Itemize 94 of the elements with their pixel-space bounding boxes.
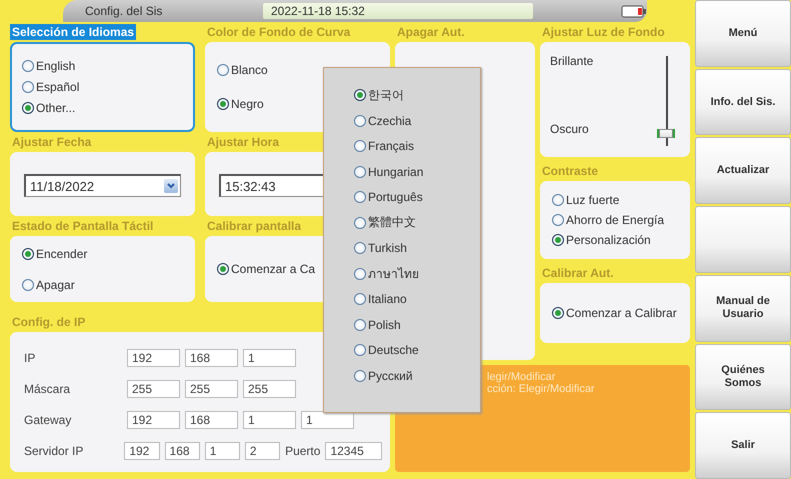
input-field[interactable]: 255 <box>127 380 180 398</box>
input-field[interactable]: 1 <box>204 442 240 460</box>
input-field[interactable]: 168 <box>185 348 238 366</box>
input-field[interactable]: 192 <box>124 442 160 460</box>
radio-button[interactable] <box>22 102 34 114</box>
section-title: Config. de IP <box>11 314 86 330</box>
radio-button[interactable] <box>22 248 34 260</box>
radio-button[interactable] <box>354 242 366 254</box>
menu-button[interactable]: Quiénes Somos <box>695 344 791 410</box>
input-field[interactable]: 1 <box>243 410 296 428</box>
dropdown-icon[interactable] <box>164 179 178 193</box>
input-field[interactable]: 168 <box>185 410 238 428</box>
battery-icon <box>621 4 647 18</box>
radio-button[interactable] <box>552 194 564 206</box>
option-label[interactable]: Ahorro de Energía <box>566 213 664 227</box>
radio-button[interactable] <box>354 140 366 152</box>
section-title: Ajustar Luz de Fondo <box>541 24 666 40</box>
option-label[interactable]: Czechia <box>368 114 412 128</box>
option-label[interactable]: Italiano <box>368 292 407 306</box>
input-field[interactable]: 192 <box>127 348 180 366</box>
section-title: Calibrar pantalla <box>206 218 302 234</box>
section-title: Contraste <box>541 163 600 179</box>
radio-button[interactable] <box>354 370 366 382</box>
radio-button[interactable] <box>217 98 229 110</box>
slider-thumb[interactable] <box>657 128 675 138</box>
input-field[interactable]: 192 <box>127 410 180 428</box>
section-title: Color de Fondo de Curva <box>206 24 352 40</box>
input-field[interactable]: 1 <box>301 410 354 428</box>
input-field[interactable]: 1 <box>243 348 296 366</box>
datetime-display: 2022-11-18 15:32 <box>263 3 533 19</box>
radio-button[interactable] <box>354 114 366 126</box>
option-label[interactable]: Luz fuerte <box>566 193 620 207</box>
menu-button[interactable]: Menú <box>695 0 791 67</box>
input-field[interactable]: 2 <box>244 442 280 460</box>
option-label[interactable]: 繁體中文 <box>368 214 416 231</box>
radio-button[interactable] <box>354 344 366 356</box>
section-title: Apagar Aut. <box>396 24 466 40</box>
radio-button[interactable] <box>354 166 366 178</box>
radio-button[interactable] <box>354 268 366 280</box>
option-label[interactable]: Other... <box>36 101 76 115</box>
radio-button[interactable] <box>217 263 229 275</box>
option-label[interactable]: Comenzar a Calibrar <box>566 306 677 320</box>
field-label: Gateway <box>24 412 72 426</box>
radio-button[interactable] <box>354 89 366 101</box>
input-field[interactable]: 255 <box>243 380 296 398</box>
section-title: Selección de Idiomas <box>10 24 136 40</box>
radio-button[interactable] <box>22 278 34 290</box>
option-label[interactable]: Encender <box>36 246 88 260</box>
info-text: cción: Elegir/Modificar <box>487 383 596 395</box>
menu-button[interactable]: Actualizar <box>695 137 791 204</box>
radio-button[interactable] <box>354 216 366 228</box>
option-label[interactable]: Français <box>368 139 414 153</box>
radio-button[interactable] <box>22 60 34 72</box>
menu-button[interactable]: Salir <box>695 412 791 479</box>
option-label[interactable]: Turkish <box>368 241 407 255</box>
slider-label: Oscuro <box>550 122 590 136</box>
option-label[interactable]: Blanco <box>231 63 268 77</box>
option-label[interactable]: Polish <box>368 318 401 332</box>
option-label[interactable]: Русский <box>368 368 413 382</box>
slider-label: Brillante <box>550 54 594 68</box>
field-label: Servidor IP <box>24 444 84 458</box>
section-title: Estado de Pantalla Táctil <box>11 218 154 234</box>
radio-button[interactable] <box>217 64 229 76</box>
input-field[interactable]: 168 <box>164 442 200 460</box>
radio-button[interactable] <box>354 293 366 305</box>
section-title: Calibrar Aut. <box>541 265 615 281</box>
radio-button[interactable] <box>552 307 564 319</box>
info-text: legir/Modificar <box>487 371 556 383</box>
option-label[interactable]: Personalización <box>566 233 651 247</box>
field-label: Puerto <box>285 444 320 458</box>
menu-button[interactable]: Manual de Usuario <box>695 274 791 342</box>
screen-title: Config. del Sis <box>85 4 164 18</box>
section-title: Ajustar Fecha <box>11 134 92 150</box>
option-label[interactable]: 한국어 <box>368 86 404 104</box>
radio-button[interactable] <box>22 81 34 93</box>
section-title: Ajustar Hora <box>206 134 280 150</box>
radio-button[interactable] <box>552 234 564 246</box>
menu-button[interactable]: Info. del Sis. <box>695 68 791 136</box>
option-label[interactable]: ภาษาไทย <box>368 264 419 283</box>
radio-button[interactable] <box>354 318 366 330</box>
option-label[interactable]: English <box>36 59 76 73</box>
option-label[interactable]: Español <box>36 80 80 94</box>
field-label: IP <box>24 350 36 364</box>
date-field[interactable]: 11/18/2022 <box>24 174 181 197</box>
option-label[interactable]: Negro <box>231 97 264 111</box>
radio-button[interactable] <box>552 214 564 226</box>
option-label[interactable]: Comenzar a Ca <box>231 262 316 276</box>
date-value: 11/18/2022 <box>30 178 94 194</box>
field-label: Máscara <box>24 382 72 396</box>
input-field[interactable]: 12345 <box>325 442 382 460</box>
radio-button[interactable] <box>354 191 366 203</box>
option-label[interactable]: Deutsche <box>368 343 419 357</box>
input-field[interactable]: 255 <box>185 380 238 398</box>
option-label[interactable]: Apagar <box>36 278 75 292</box>
